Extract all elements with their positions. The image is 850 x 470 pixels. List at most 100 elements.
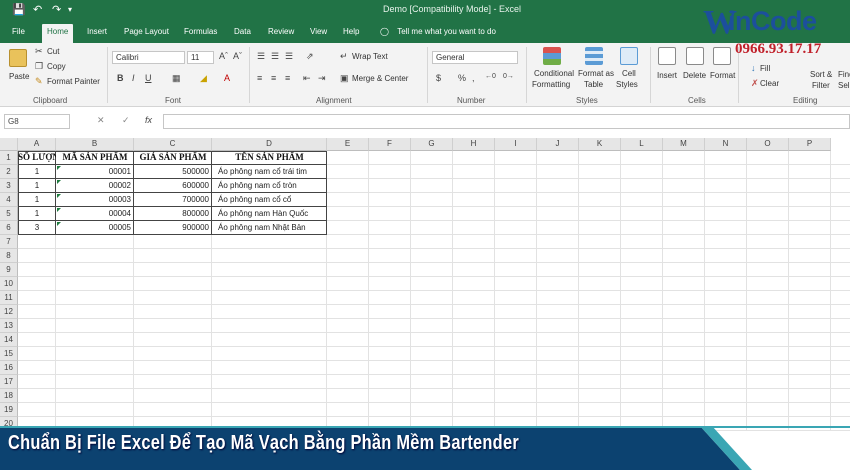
column-header[interactable]: E xyxy=(327,138,369,151)
column-header[interactable]: J xyxy=(537,138,579,151)
fill-color-icon[interactable]: ◢ xyxy=(200,73,207,84)
comma-icon[interactable]: , xyxy=(472,73,475,83)
table-cell[interactable]: 1 xyxy=(18,207,56,221)
column-header[interactable]: C xyxy=(134,138,212,151)
column-header[interactable]: A xyxy=(18,138,56,151)
borders-icon[interactable]: ▦ xyxy=(172,73,181,84)
row-header[interactable]: 14 xyxy=(0,333,18,347)
percent-icon[interactable]: % xyxy=(458,73,466,83)
tell-me-box[interactable]: ◯ Tell me what you want to do xyxy=(380,27,496,36)
italic-icon[interactable]: I xyxy=(132,73,135,83)
tab-help[interactable]: Help xyxy=(338,25,364,43)
table-cell[interactable]: Áo phông nam Nhật Bản xyxy=(212,221,327,235)
table-cell[interactable]: 500000 xyxy=(134,165,212,179)
table-cell[interactable]: Áo phông nam cổ tròn xyxy=(212,179,327,193)
row-header[interactable]: 10 xyxy=(0,277,18,291)
column-header[interactable]: D xyxy=(212,138,327,151)
name-box[interactable]: G8 xyxy=(4,114,70,129)
increase-decimal-icon[interactable]: ←0 xyxy=(485,73,496,80)
column-header[interactable]: G xyxy=(411,138,453,151)
decrease-indent-icon[interactable]: ⇤ xyxy=(303,73,311,84)
table-cell[interactable]: 1 xyxy=(18,179,56,193)
fill-button[interactable]: Fill xyxy=(760,64,770,73)
tab-data[interactable]: Data xyxy=(229,25,256,43)
underline-icon[interactable]: U xyxy=(145,73,152,83)
wrap-text-button[interactable]: Wrap Text xyxy=(352,52,388,61)
format-painter-button[interactable]: Format Painter xyxy=(47,77,100,86)
table-cell[interactable]: 3 xyxy=(18,221,56,235)
row-header[interactable]: 8 xyxy=(0,249,18,263)
delete-cells-button[interactable]: Delete xyxy=(683,71,706,80)
undo-icon[interactable]: ↶ xyxy=(33,3,42,16)
table-cell[interactable]: 600000 xyxy=(134,179,212,193)
row-header[interactable]: 13 xyxy=(0,319,18,333)
table-cell[interactable]: Áo phông nam cổ trái tim xyxy=(212,165,327,179)
formula-input[interactable] xyxy=(163,114,850,129)
format-as-table-button[interactable]: Format as xyxy=(578,69,614,78)
column-header[interactable]: K xyxy=(579,138,621,151)
cancel-icon[interactable]: ✕ xyxy=(97,115,105,126)
row-header[interactable]: 17 xyxy=(0,375,18,389)
sort-filter-button[interactable]: Sort & xyxy=(810,70,832,79)
tab-home[interactable]: Home xyxy=(42,24,74,43)
bold-icon[interactable]: B xyxy=(117,73,124,83)
increase-indent-icon[interactable]: ⇥ xyxy=(318,73,326,84)
clear-button[interactable]: Clear xyxy=(760,79,779,88)
column-header[interactable]: I xyxy=(495,138,537,151)
tab-page-layout[interactable]: Page Layout xyxy=(119,25,174,43)
align-bottom-icon[interactable]: ☰ xyxy=(285,51,293,62)
paste-button[interactable]: Paste xyxy=(9,72,29,81)
font-name-select[interactable]: Calibri xyxy=(112,51,185,64)
column-header[interactable]: B xyxy=(56,138,134,151)
align-top-icon[interactable]: ☰ xyxy=(257,51,265,62)
column-header[interactable]: P xyxy=(789,138,831,151)
row-header[interactable]: 5 xyxy=(0,207,18,221)
table-cell[interactable]: 00001 xyxy=(56,165,134,179)
merge-center-button[interactable]: Merge & Center xyxy=(352,74,408,83)
increase-font-icon[interactable]: Aˆ xyxy=(219,51,228,61)
align-right-icon[interactable]: ≡ xyxy=(285,73,290,83)
conditional-formatting-button[interactable]: Conditional xyxy=(534,69,574,78)
table-cell[interactable]: 700000 xyxy=(134,193,212,207)
row-header[interactable]: 2 xyxy=(0,165,18,179)
format-cells-button[interactable]: Format xyxy=(710,71,735,80)
column-header[interactable]: F xyxy=(369,138,411,151)
table-cell[interactable]: Áo phông nam cổ cổ xyxy=(212,193,327,207)
row-header[interactable]: 12 xyxy=(0,305,18,319)
tab-view[interactable]: View xyxy=(305,25,332,43)
table-cell[interactable]: 1 xyxy=(18,193,56,207)
table-header-cell[interactable]: TÊN SẢN PHẨM xyxy=(212,151,327,165)
column-header[interactable]: M xyxy=(663,138,705,151)
redo-icon[interactable]: ↷ xyxy=(52,3,61,16)
table-cell[interactable]: 00003 xyxy=(56,193,134,207)
table-header-cell[interactable]: SỐ LƯỢNG xyxy=(18,151,56,165)
column-header[interactable]: H xyxy=(453,138,495,151)
row-header[interactable]: 16 xyxy=(0,361,18,375)
align-left-icon[interactable]: ≡ xyxy=(257,73,262,83)
tab-insert[interactable]: Insert xyxy=(82,25,112,43)
cell-styles-button[interactable]: Cell xyxy=(622,69,636,78)
table-cell[interactable]: 00002 xyxy=(56,179,134,193)
row-header[interactable]: 15 xyxy=(0,347,18,361)
cut-button[interactable]: Cut xyxy=(47,47,59,56)
font-size-select[interactable]: 11 xyxy=(187,51,214,64)
tab-formulas[interactable]: Formulas xyxy=(179,25,222,43)
font-color-icon[interactable]: A xyxy=(224,73,230,83)
row-header[interactable]: 4 xyxy=(0,193,18,207)
decrease-decimal-icon[interactable]: 0→ xyxy=(503,73,514,80)
number-format-select[interactable]: General xyxy=(432,51,518,64)
table-cell[interactable]: 1 xyxy=(18,165,56,179)
align-middle-icon[interactable]: ☰ xyxy=(271,51,279,62)
align-center-icon[interactable]: ≡ xyxy=(271,73,276,83)
table-cell[interactable]: 800000 xyxy=(134,207,212,221)
column-header[interactable]: N xyxy=(705,138,747,151)
save-icon[interactable]: 💾 xyxy=(12,3,26,16)
tab-file[interactable]: File xyxy=(7,25,30,43)
row-header[interactable]: 11 xyxy=(0,291,18,305)
decrease-font-icon[interactable]: Aˇ xyxy=(233,51,242,61)
column-header[interactable]: O xyxy=(747,138,789,151)
tab-review[interactable]: Review xyxy=(263,25,299,43)
select-all-corner[interactable] xyxy=(0,138,18,151)
row-header[interactable]: 9 xyxy=(0,263,18,277)
find-select-button[interactable]: Find xyxy=(838,70,850,79)
